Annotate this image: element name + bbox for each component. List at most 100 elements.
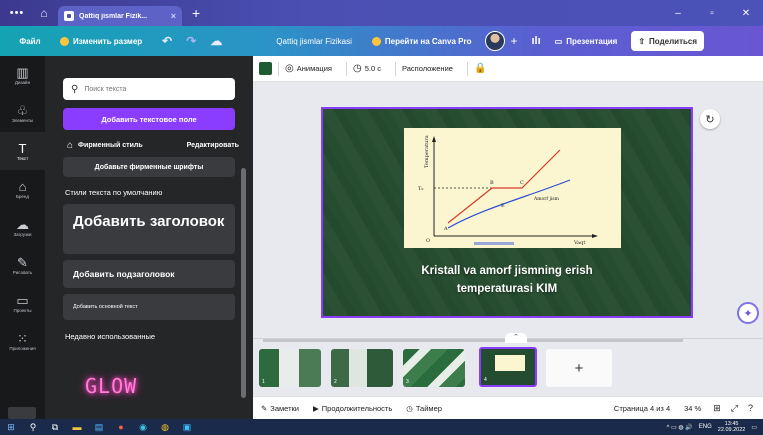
share-button[interactable]: ⇧ Поделиться xyxy=(631,31,705,51)
powerpoint-icon[interactable]: ● xyxy=(110,422,132,432)
file-menu[interactable]: Файл xyxy=(0,37,60,46)
rail-item-apps[interactable]: ⁙ Приложения xyxy=(0,322,45,360)
strip-toggle-icon[interactable]: ⌃ xyxy=(505,333,527,343)
rail-label: Загрузки xyxy=(13,232,32,237)
page-thumbnail-2[interactable]: 2 xyxy=(331,349,393,387)
add-heading-button[interactable]: Добавить заголовок xyxy=(63,204,235,254)
canvas-area: Temperatura Vaqt T₀ A B C E O Amorf jism… xyxy=(253,82,763,338)
resize-button[interactable]: Изменить размер xyxy=(60,36,142,46)
rail-item-brand[interactable]: ⌂ Бренд xyxy=(0,170,45,208)
rail-item-elements[interactable]: ♧ Элементы xyxy=(0,94,45,132)
maximize-button[interactable]: ▫ xyxy=(695,8,729,19)
animation-button[interactable]: ◎ Анимация xyxy=(285,63,332,74)
windows-start-icon[interactable]: ⊞ xyxy=(0,422,22,433)
glow-text-preset[interactable]: GLOW xyxy=(85,374,137,398)
slide-title[interactable]: Kristall va amorf jismning erish tempera… xyxy=(323,262,691,298)
edit-brand-link[interactable]: Редактировать xyxy=(187,142,239,149)
browser-menu-button[interactable]: ••• xyxy=(0,7,34,19)
refresh-icon[interactable]: ↻ xyxy=(700,109,720,129)
crown-icon xyxy=(371,36,381,46)
redo-icon[interactable]: ↷ xyxy=(186,34,196,48)
search-icon[interactable]: ⚲ xyxy=(22,422,44,433)
page-thumbnail-1[interactable]: 1 xyxy=(259,349,321,387)
tray-icons[interactable]: ^ ▭ ◍ 🔊 xyxy=(667,424,693,431)
brand-kit-icon: ⌂ xyxy=(67,140,74,151)
default-styles-heading: Стили текста по умолчанию xyxy=(65,188,163,197)
editor-footer: ✎ Заметки ▶ Продолжительность ◷ Таймер С… xyxy=(253,396,763,419)
notifications-icon[interactable]: ▭ xyxy=(751,424,757,431)
rail-item-text[interactable]: T Текст xyxy=(0,132,45,170)
graph-t0-label: T₀ xyxy=(418,186,423,192)
add-subheading-button[interactable]: Добавить подзаголовок xyxy=(63,260,235,288)
x-axis-arrow xyxy=(592,234,598,238)
page-thumbnail-3[interactable]: 3 xyxy=(403,349,465,387)
slide-title-line2: temperaturasi KIM xyxy=(456,283,558,295)
lock-button[interactable]: 🔒 xyxy=(474,63,486,74)
avatar[interactable] xyxy=(485,31,506,51)
melting-graph-image[interactable]: Temperatura Vaqt T₀ A B C E O Amorf jism xyxy=(404,128,621,248)
panel-scrollbar[interactable] xyxy=(241,168,246,398)
rail-item-draw[interactable]: ✎ Рисовать xyxy=(0,246,45,284)
cloud-save-icon[interactable]: ☁ xyxy=(210,34,222,48)
add-body-text-button[interactable]: Добавить основной текст xyxy=(63,294,235,320)
brand-style-row: ⌂ Фирменный стиль Редактировать xyxy=(67,140,239,151)
undo-icon[interactable]: ↶ xyxy=(162,34,172,48)
duration-footer-button[interactable]: ▶ Продолжительность xyxy=(313,404,392,413)
rail-item-projects[interactable]: ▭ Проекты xyxy=(0,284,45,322)
present-label: Презентация xyxy=(566,36,618,46)
page-thumbnail-strip: ⌃ 1 2 3 4 + xyxy=(253,333,763,396)
notes-button[interactable]: ✎ Заметки xyxy=(261,404,299,413)
zoom-level[interactable]: 34 % xyxy=(684,404,701,413)
present-button[interactable]: ▭ Презентация xyxy=(555,37,618,46)
add-textbox-button[interactable]: Добавить текстовое поле xyxy=(63,108,235,130)
close-window-button[interactable]: ✕ xyxy=(729,8,763,19)
magic-assistant-icon[interactable]: ✦ xyxy=(737,302,759,324)
rail-item-uploads[interactable]: ☁ Загрузки xyxy=(0,208,45,246)
add-page-button[interactable]: + xyxy=(546,349,612,387)
clock[interactable]: 13:45 22.09.2022 xyxy=(718,421,746,433)
task-view-icon[interactable]: ⧉ xyxy=(44,422,66,433)
new-tab-button[interactable]: + xyxy=(192,5,200,21)
language-indicator[interactable]: ENG xyxy=(699,424,712,430)
rail-item-design[interactable]: ▥ Дизайн xyxy=(0,56,45,94)
page-thumbnail-4[interactable]: 4 xyxy=(479,347,537,387)
duration-button[interactable]: ◷ 5.0 с xyxy=(353,63,381,74)
rail-label: Дизайн xyxy=(14,80,31,85)
rail-more-item[interactable] xyxy=(8,407,36,419)
search-input[interactable] xyxy=(84,85,225,93)
strip-scrollbar[interactable] xyxy=(263,339,683,342)
grid-view-icon[interactable]: ⊞ xyxy=(713,403,721,414)
toolbar-divider xyxy=(345,61,347,76)
stats-icon[interactable]: ılı xyxy=(531,35,540,47)
graph-caption-bar xyxy=(474,242,514,245)
browser-icon[interactable]: ◉ xyxy=(132,422,154,433)
browser-tab[interactable]: Qattiq jismlar Fizik... × xyxy=(58,6,182,26)
timer-button[interactable]: ◷ Таймер xyxy=(406,404,442,413)
rail-label: Проекты xyxy=(13,308,32,313)
fullscreen-icon[interactable]: ⤢ xyxy=(731,403,738,414)
add-brand-fonts-button[interactable]: Добавьте фирменные шрифты xyxy=(63,157,235,177)
background-color-swatch[interactable] xyxy=(259,62,272,75)
folder-icon: ▭ xyxy=(16,293,29,308)
thumb-number: 3 xyxy=(406,379,409,385)
word-icon[interactable]: ▤ xyxy=(88,422,110,433)
position-button[interactable]: Расположение xyxy=(402,64,453,73)
document-name[interactable]: Qattiq jismlar Fizikasi xyxy=(276,37,352,46)
search-box[interactable]: ⚲ xyxy=(63,78,235,100)
home-icon[interactable]: ⌂ xyxy=(34,6,54,20)
minimize-button[interactable]: – xyxy=(661,8,695,19)
canva-pro-label: Перейти на Canva Pro xyxy=(384,36,472,46)
point-b-label: B xyxy=(490,180,494,186)
present-icon: ▭ xyxy=(554,36,563,46)
tab-close-icon[interactable]: × xyxy=(171,11,176,21)
notes-label: Заметки xyxy=(270,403,299,413)
graph-xlabel: Vaqt xyxy=(573,240,585,246)
add-collaborator-button[interactable]: + xyxy=(510,34,517,48)
rail-label: Приложения xyxy=(9,346,36,351)
media-icon[interactable]: ▣ xyxy=(176,422,198,433)
canva-pro-button[interactable]: Перейти на Canva Pro xyxy=(371,36,472,46)
slide-4[interactable]: Temperatura Vaqt T₀ A B C E O Amorf jism… xyxy=(321,107,693,318)
help-icon[interactable]: ? xyxy=(748,403,753,413)
chrome-icon[interactable]: ◍ xyxy=(154,422,176,433)
file-explorer-icon[interactable]: ▬ xyxy=(66,422,88,432)
